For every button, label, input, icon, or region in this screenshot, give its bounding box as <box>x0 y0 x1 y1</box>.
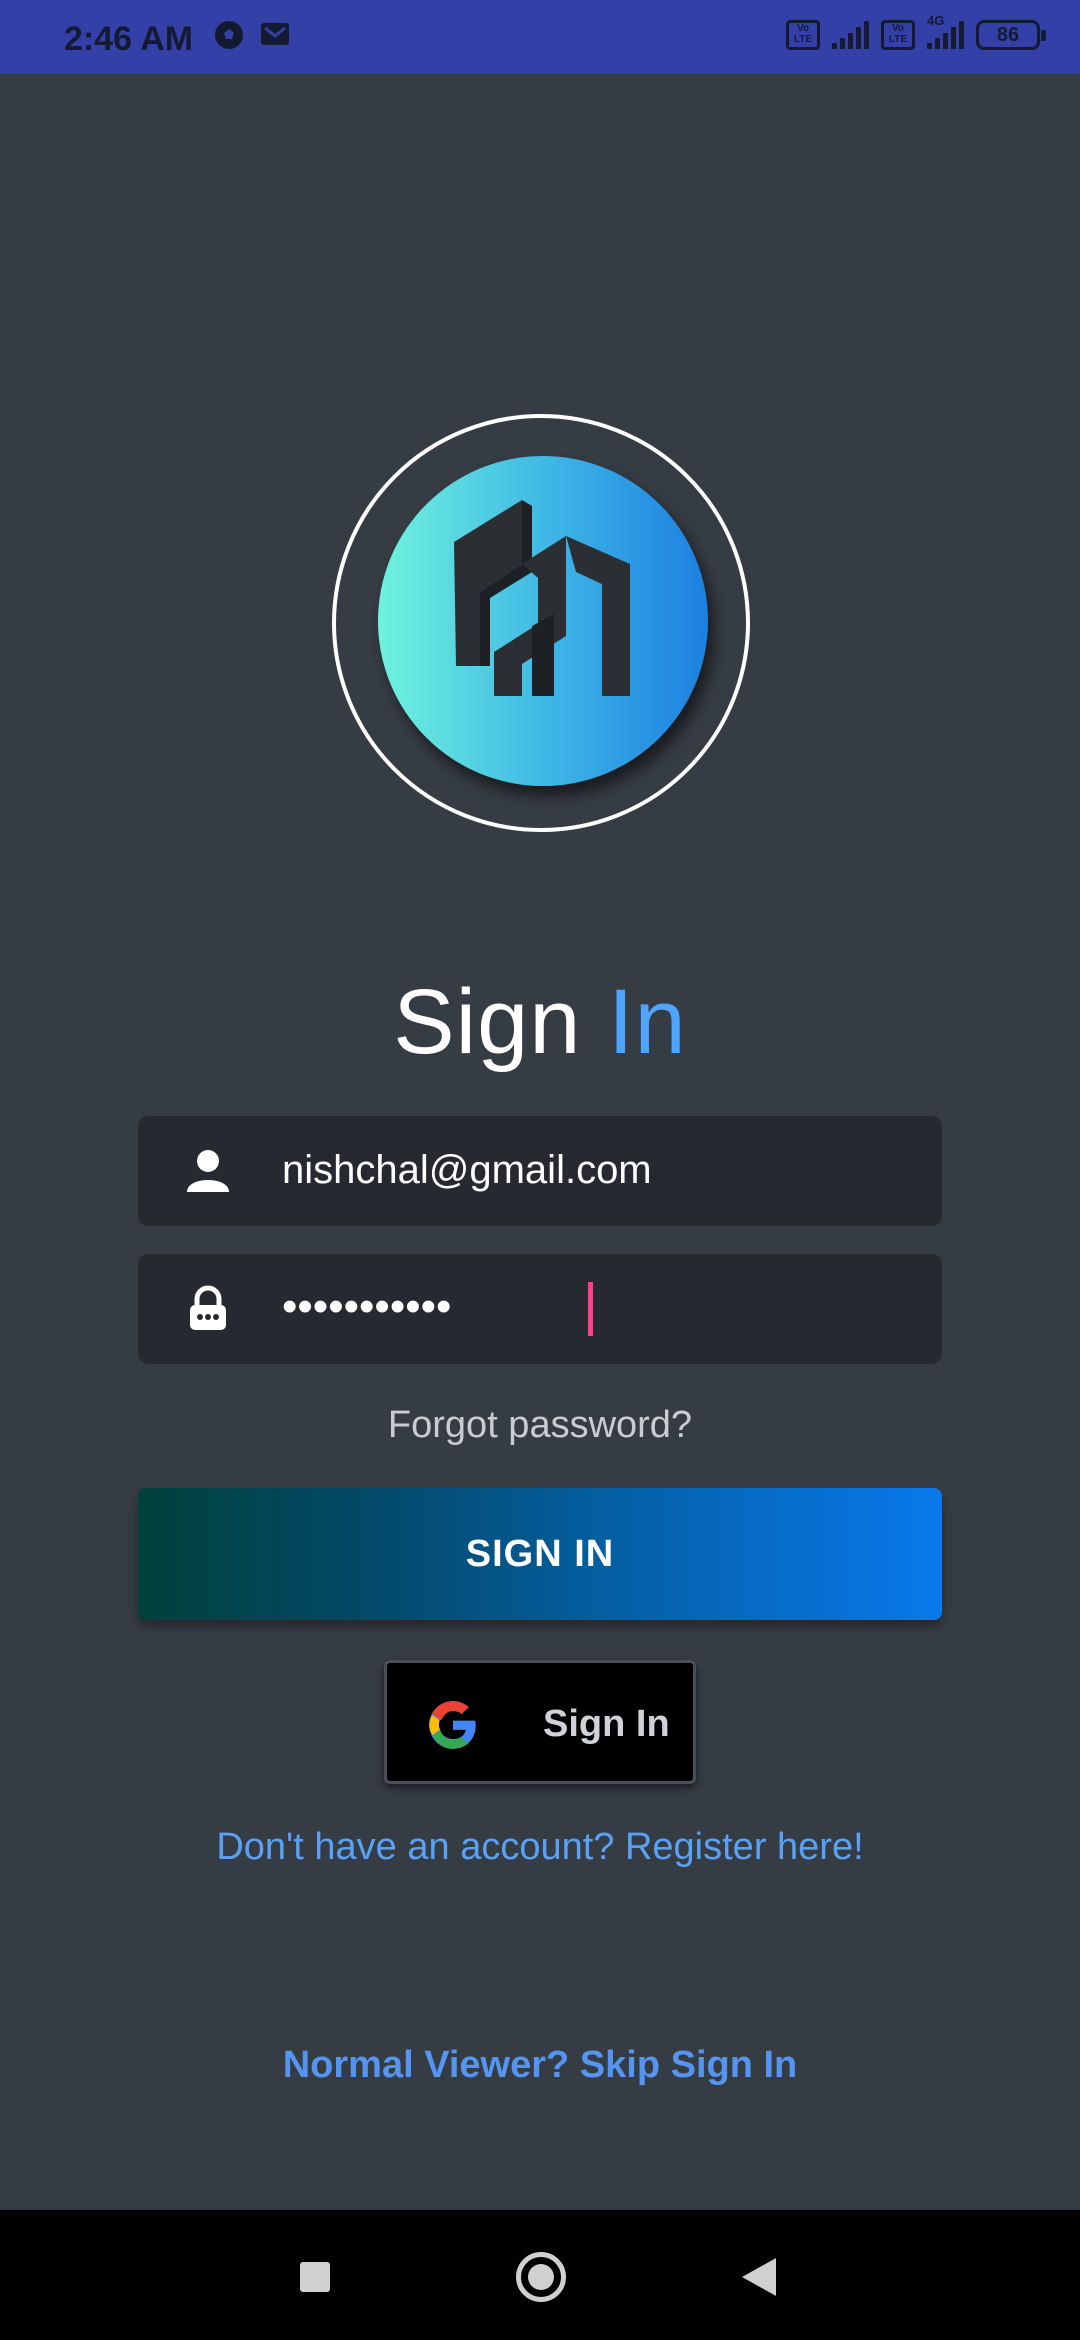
app-logo <box>378 456 708 786</box>
signal-strength-icon <box>832 21 869 49</box>
recents-square-icon[interactable] <box>300 2262 330 2292</box>
back-triangle-icon[interactable] <box>742 2258 776 2296</box>
person-icon <box>187 1150 229 1192</box>
status-time: 2:46 AM <box>64 20 194 58</box>
gmail-icon <box>261 23 289 45</box>
text-cursor <box>588 1282 593 1336</box>
status-bar: 2:46 AM Vo LTE Vo LTE 4G 86 <box>0 0 1080 74</box>
register-link[interactable]: Don't have an account? Register here! <box>0 1826 1080 1869</box>
lock-icon <box>190 1285 226 1330</box>
page-title: Sign In <box>0 970 1080 1075</box>
logo-mark-icon <box>454 500 630 696</box>
skip-sign-in-link[interactable]: Normal Viewer? Skip Sign In <box>0 2044 1080 2087</box>
google-icon <box>429 1701 476 1749</box>
volte-icon-2: Vo LTE <box>881 20 915 50</box>
forgot-password-link[interactable]: Forgot password? <box>0 1404 1080 1447</box>
system-nav-bar <box>0 2210 1080 2340</box>
volte-icon: Vo LTE <box>786 20 820 50</box>
sign-in-screen: 2:46 AM Vo LTE Vo LTE 4G 86 Sign In nish… <box>0 0 1080 2340</box>
title-word-in: In <box>607 971 687 1073</box>
google-sign-in-button[interactable]: Sign In <box>384 1660 696 1784</box>
status-system-icons: Vo LTE Vo LTE 4G 86 <box>786 13 1046 50</box>
status-notification-icons <box>214 20 290 50</box>
battery-icon: 86 <box>976 20 1046 50</box>
network-4g-indicator: 4G <box>927 13 964 49</box>
email-value[interactable]: nishchal@gmail.com <box>282 1148 652 1193</box>
sign-in-button[interactable]: SIGN IN <box>138 1488 942 1620</box>
password-value[interactable]: ••••••••••• <box>282 1282 451 1332</box>
soccer-ball-icon <box>215 21 243 49</box>
network-type-label: 4G <box>927 13 945 28</box>
home-circle-icon[interactable] <box>516 2252 566 2302</box>
password-field[interactable]: ••••••••••• <box>138 1254 942 1364</box>
email-field[interactable]: nishchal@gmail.com <box>138 1116 942 1226</box>
battery-level: 86 <box>996 24 1020 46</box>
google-sign-in-label: Sign In <box>543 1703 670 1745</box>
title-word-sign: Sign <box>393 971 582 1073</box>
